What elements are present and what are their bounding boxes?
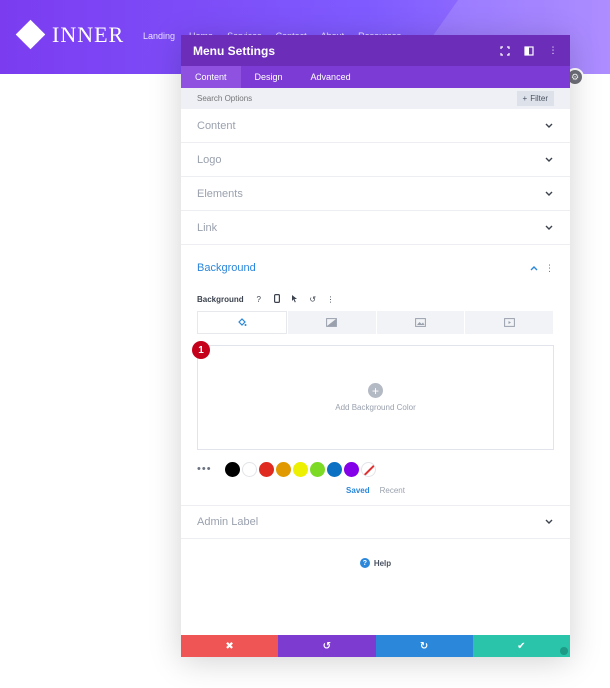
paint-bucket-icon <box>237 314 247 332</box>
swatch-none[interactable] <box>361 461 376 477</box>
swatch-green[interactable] <box>310 461 325 477</box>
more-options-icon[interactable]: ⋮ <box>548 45 558 56</box>
plus-icon: + <box>522 94 528 103</box>
section-more-icon[interactable]: ⋮ <box>545 263 554 274</box>
bg-tab-image[interactable] <box>376 311 465 334</box>
bg-tab-video[interactable] <box>465 311 553 334</box>
add-background-color-label: Add Background Color <box>335 403 416 412</box>
cancel-button[interactable]: ✖ <box>181 635 279 657</box>
section-link[interactable]: Link <box>181 211 570 245</box>
chevron-down-icon <box>544 223 554 233</box>
recent-colors-tab[interactable]: Recent <box>380 486 405 495</box>
swatch-source-toggle: Saved Recent <box>197 483 554 497</box>
chevron-down-icon <box>544 189 554 199</box>
section-label: Elements <box>197 187 243 200</box>
image-icon <box>414 314 426 332</box>
search-options-input[interactable] <box>197 94 517 103</box>
section-admin-label[interactable]: Admin Label <box>181 505 570 539</box>
menu-settings-modal: Menu Settings ⋮ Content Design Advanced … <box>181 35 570 657</box>
help-link[interactable]: ? Help <box>181 539 570 587</box>
redo-icon: ↻ <box>419 640 429 652</box>
close-icon: ✖ <box>225 640 234 652</box>
modal-footer: ✖ ↺ ↻ ✔ <box>181 635 570 657</box>
logo-mark-icon <box>15 19 46 50</box>
section-label: Content <box>197 119 236 132</box>
save-button[interactable]: ✔ <box>472 635 570 657</box>
background-field-label: Background <box>197 294 244 304</box>
field-options-icon[interactable]: ⋮ <box>326 295 336 304</box>
tab-advanced[interactable]: Advanced <box>297 66 365 88</box>
section-content[interactable]: Content <box>181 109 570 143</box>
section-logo[interactable]: Logo <box>181 143 570 177</box>
help-question-icon[interactable]: ? <box>254 295 264 304</box>
tab-design[interactable]: Design <box>241 66 297 88</box>
swatch-red[interactable] <box>259 461 274 477</box>
responsive-phone-icon[interactable] <box>272 293 282 305</box>
filter-label: Filter <box>530 94 548 103</box>
resize-handle-icon[interactable] <box>560 647 568 655</box>
undo-button[interactable]: ↺ <box>278 635 376 657</box>
modal-header-actions: ⋮ <box>500 45 558 56</box>
swatch-black[interactable] <box>225 461 240 477</box>
tab-content[interactable]: Content <box>181 66 241 88</box>
chevron-down-icon <box>544 121 554 131</box>
background-field-row: Background ? ↺ ⋮ <box>197 291 554 307</box>
add-color-icon[interactable]: + <box>368 383 383 398</box>
video-icon <box>503 314 515 332</box>
saved-colors-tab[interactable]: Saved <box>346 486 370 495</box>
background-color-preview[interactable]: 1 + Add Background Color <box>192 341 554 450</box>
background-type-tabs <box>197 311 554 334</box>
step-badge: 1 <box>192 341 210 359</box>
modal-tabs: Content Design Advanced <box>181 66 570 88</box>
reset-icon[interactable]: ↺ <box>308 295 318 304</box>
chevron-down-icon <box>544 517 554 527</box>
bg-tab-color[interactable] <box>197 311 287 334</box>
undo-icon: ↺ <box>322 640 332 652</box>
logo-text: INNER <box>52 22 125 47</box>
section-label: Logo <box>197 153 222 166</box>
section-label: Admin Label <box>197 516 259 528</box>
section-background: Background ⋮ Background ? ↺ ⋮ 1 + Add Ba… <box>181 245 570 497</box>
swatch-yellow[interactable] <box>293 461 308 477</box>
site-logo[interactable]: INNER <box>15 19 125 50</box>
help-label: Help <box>373 558 392 568</box>
background-header[interactable]: Background ⋮ <box>197 245 554 291</box>
filter-button[interactable]: + Filter <box>516 91 554 106</box>
hover-cursor-icon[interactable] <box>290 294 300 305</box>
section-elements[interactable]: Elements <box>181 177 570 211</box>
search-options-bar: + Filter <box>181 88 570 109</box>
bg-tab-gradient[interactable] <box>287 311 376 334</box>
swatch-blue[interactable] <box>327 461 342 477</box>
chevron-up-icon <box>529 263 539 273</box>
modal-header: Menu Settings ⋮ <box>181 35 570 66</box>
chevron-down-icon <box>544 155 554 165</box>
swatch-white[interactable] <box>242 461 257 477</box>
split-view-icon[interactable] <box>524 45 534 56</box>
checkmark-icon: ✔ <box>517 640 526 652</box>
section-label: Background <box>197 262 256 274</box>
color-swatches: ••• <box>197 461 554 477</box>
gradient-icon <box>326 314 338 332</box>
site-nav-item[interactable]: Landing <box>143 31 175 41</box>
fullscreen-icon[interactable] <box>500 45 510 56</box>
more-colors-icon[interactable]: ••• <box>197 463 223 475</box>
redo-button[interactable]: ↻ <box>375 635 473 657</box>
page: INNER Landing Home Services Contact Abou… <box>0 0 610 688</box>
modal-title: Menu Settings <box>193 43 276 58</box>
section-label: Link <box>197 221 218 234</box>
help-icon: ? <box>359 558 370 568</box>
swatch-purple[interactable] <box>344 461 359 477</box>
swatch-orange[interactable] <box>276 461 291 477</box>
